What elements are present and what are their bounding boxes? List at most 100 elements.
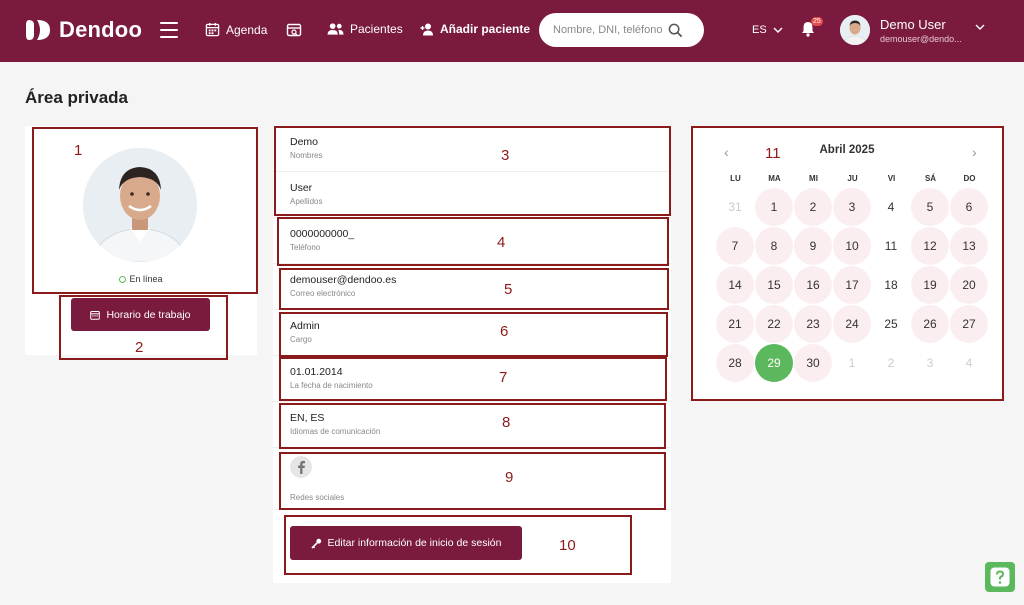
user-avatar[interactable] — [840, 15, 870, 45]
first-name-field[interactable]: Demo Nombres — [273, 126, 671, 172]
social-networks-field: Redes sociales — [273, 448, 671, 510]
last-name-label: Apellidos — [290, 197, 323, 206]
personal-info-card: Demo Nombres User Apellidos 0000000000_ … — [273, 126, 671, 583]
languages-label: Idiomas de comunicación — [290, 427, 381, 436]
first-name-label: Nombres — [290, 151, 323, 160]
calendar-day[interactable]: 26 — [911, 305, 949, 343]
nav-add-patient[interactable]: Añadir paciente — [420, 22, 530, 36]
position-label: Cargo — [290, 335, 312, 344]
calendar-month-title: Abril 2025 — [819, 144, 875, 156]
weekday-header: DO — [963, 174, 976, 183]
nav-agenda-label: Agenda — [226, 22, 268, 37]
add-user-icon — [420, 23, 433, 35]
key-icon — [310, 538, 321, 549]
profile-photo[interactable] — [83, 148, 197, 262]
user-name: Demo User — [880, 17, 946, 32]
calendar-day[interactable]: 11 — [872, 227, 910, 265]
annotation-number: 1 — [74, 142, 83, 159]
calendar-day[interactable]: 30 — [794, 344, 832, 382]
calendar-day[interactable]: 12 — [911, 227, 949, 265]
facebook-icon[interactable] — [290, 456, 312, 478]
calendar-day[interactable]: 22 — [755, 305, 793, 343]
calendar-day[interactable]: 9 — [794, 227, 832, 265]
language-label: ES — [752, 24, 767, 36]
calendar-icon — [205, 22, 220, 37]
phone-value: 0000000000_ — [290, 228, 355, 240]
online-status-icon — [119, 276, 127, 283]
calendar-day[interactable]: 19 — [911, 266, 949, 304]
dendoo-logo-icon — [25, 17, 51, 43]
calendar-day[interactable]: 21 — [716, 305, 754, 343]
edit-login-label: Editar información de inicio de sesión — [327, 537, 502, 549]
search-input[interactable] — [553, 24, 668, 36]
nav-calendar-search[interactable] — [286, 22, 302, 38]
nav-pacientes-label: Pacientes — [350, 22, 403, 36]
top-navbar: Dendoo Agenda Pacientes Añadir paciente … — [0, 0, 1024, 62]
calendar-day: 31 — [728, 200, 742, 214]
calendar-icon — [90, 310, 101, 320]
help-icon — [990, 567, 1010, 587]
social-networks-label: Redes sociales — [290, 493, 345, 502]
calendar-day-today[interactable]: 29 — [755, 344, 793, 382]
calendar-day[interactable]: 4 — [872, 188, 910, 226]
email-field[interactable]: demouser@dendoo.es Correo electrónico — [273, 264, 671, 310]
birthdate-label: La fecha de nacimiento — [290, 381, 373, 390]
calendar-day[interactable]: 6 — [950, 188, 988, 226]
calendar-day: 2 — [887, 356, 895, 370]
calendar-day[interactable]: 16 — [794, 266, 832, 304]
calendar-day[interactable]: 18 — [872, 266, 910, 304]
calendar-day[interactable]: 1 — [755, 188, 793, 226]
calendar-day[interactable]: 23 — [794, 305, 832, 343]
nav-agenda[interactable]: Agenda — [205, 22, 267, 37]
annotation-number: 3 — [501, 147, 510, 164]
users-icon — [327, 23, 344, 35]
weekday-header: LU — [730, 174, 741, 183]
languages-field[interactable]: EN, ES Idiomas de comunicación — [273, 402, 671, 448]
calendar-day[interactable]: 20 — [950, 266, 988, 304]
notifications-badge: 25 — [811, 17, 823, 26]
annotation-number: 2 — [135, 339, 144, 356]
weekday-header: JU — [847, 174, 858, 183]
position-field[interactable]: Admin Cargo — [273, 310, 671, 356]
last-name-value: User — [290, 182, 313, 194]
search-icon[interactable] — [668, 23, 683, 38]
calendar-day[interactable]: 13 — [950, 227, 988, 265]
calendar-day[interactable]: 17 — [833, 266, 871, 304]
calendar-day[interactable]: 3 — [833, 188, 871, 226]
annotation-number: 9 — [505, 469, 514, 486]
calendar-day[interactable]: 15 — [755, 266, 793, 304]
work-schedule-button[interactable]: Horario de trabajo — [71, 298, 210, 331]
phone-field[interactable]: 0000000000_ Teléfono — [273, 218, 671, 264]
nav-pacientes[interactable]: Pacientes — [327, 22, 403, 36]
languages-value: EN, ES — [290, 412, 325, 424]
birthdate-field[interactable]: 01.01.2014 La fecha de nacimiento — [273, 356, 671, 402]
calendar-day[interactable]: 14 — [716, 266, 754, 304]
last-name-field[interactable]: User Apellidos — [273, 172, 671, 218]
calendar-day[interactable]: 28 — [716, 344, 754, 382]
annotation-number: 7 — [499, 369, 508, 386]
first-name-value: Demo — [290, 136, 319, 148]
email-label: Correo electrónico — [290, 289, 356, 298]
menu-icon[interactable] — [160, 22, 178, 38]
calendar-day[interactable]: 24 — [833, 305, 871, 343]
calendar-search-icon — [286, 23, 302, 37]
profile-card: En línea Horario de trabajo — [25, 126, 257, 355]
user-menu-chevron-icon[interactable] — [975, 24, 985, 30]
annotation-number: 8 — [502, 414, 511, 431]
user-email: demouser@dendo... — [880, 34, 962, 44]
online-status: En línea — [25, 274, 257, 284]
calendar-day[interactable]: 27 — [950, 305, 988, 343]
calendar-day[interactable]: 2 — [794, 188, 832, 226]
help-button[interactable] — [985, 562, 1015, 592]
calendar-day[interactable]: 10 — [833, 227, 871, 265]
calendar-day[interactable]: 5 — [911, 188, 949, 226]
calendar-day[interactable]: 7 — [716, 227, 754, 265]
notifications-button[interactable]: 25 — [801, 17, 823, 42]
online-status-label: En línea — [129, 274, 163, 284]
work-schedule-label: Horario de trabajo — [106, 308, 191, 321]
edit-login-button[interactable]: Editar información de inicio de sesión — [290, 526, 522, 560]
calendar-day[interactable]: 25 — [872, 305, 910, 343]
logo[interactable]: Dendoo — [25, 17, 142, 43]
calendar-day[interactable]: 8 — [755, 227, 793, 265]
language-selector[interactable]: ES — [752, 24, 783, 36]
